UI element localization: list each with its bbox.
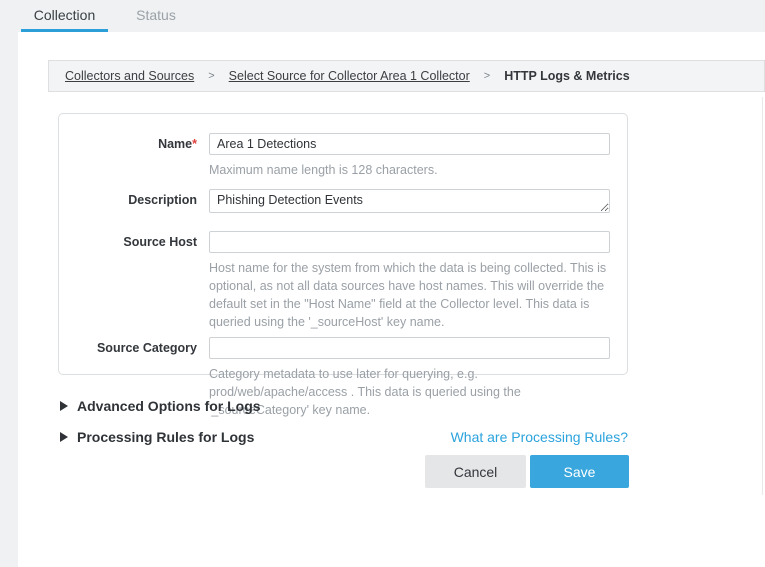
tab-status[interactable]: Status (126, 0, 186, 29)
scrollbar-track[interactable] (762, 97, 763, 495)
name-help-text: Maximum name length is 128 characters. (209, 161, 610, 179)
tab-bar: Collection Status (0, 0, 765, 32)
breadcrumb-select-source[interactable]: Select Source for Collector Area 1 Colle… (229, 69, 470, 83)
description-row: Description Phishing Detection Events (59, 189, 627, 218)
name-field-col: Maximum name length is 128 characters. (209, 133, 610, 179)
collapse-arrow-icon[interactable] (60, 432, 68, 442)
source-category-label: Source Category (59, 337, 209, 355)
description-label: Description (59, 189, 209, 207)
breadcrumb-collectors-and-sources[interactable]: Collectors and Sources (65, 69, 194, 83)
source-config-panel: Name* Maximum name length is 128 charact… (58, 113, 628, 375)
name-input[interactable] (209, 133, 610, 155)
form-actions: Cancel Save (425, 455, 629, 488)
save-button[interactable]: Save (530, 455, 629, 488)
processing-rules-section: Processing Rules for Logs What are Proce… (60, 429, 628, 445)
advanced-options-section[interactable]: Advanced Options for Logs (60, 398, 628, 414)
cancel-button[interactable]: Cancel (425, 455, 526, 488)
content-sheet: Collectors and Sources > Select Source f… (18, 32, 765, 567)
name-row: Name* Maximum name length is 128 charact… (59, 133, 627, 179)
source-host-label: Source Host (59, 231, 209, 249)
collapse-arrow-icon[interactable] (60, 401, 68, 411)
breadcrumb-current-page: HTTP Logs & Metrics (504, 69, 629, 83)
description-field-col: Phishing Detection Events (209, 189, 610, 218)
source-host-input[interactable] (209, 231, 610, 253)
source-host-field-col: Host name for the system from which the … (209, 231, 610, 331)
breadcrumb: Collectors and Sources > Select Source f… (48, 60, 765, 92)
processing-rules-title[interactable]: Processing Rules for Logs (77, 429, 254, 445)
name-label-text: Name (158, 137, 192, 151)
tab-collection[interactable]: Collection (21, 0, 108, 29)
required-asterisk: * (192, 137, 197, 151)
advanced-options-title[interactable]: Advanced Options for Logs (77, 398, 261, 414)
breadcrumb-separator: > (208, 70, 214, 82)
breadcrumb-separator: > (484, 70, 490, 82)
source-host-row: Source Host Host name for the system fro… (59, 231, 627, 331)
description-textarea[interactable]: Phishing Detection Events (209, 189, 610, 213)
page: Collection Status Collectors and Sources… (0, 0, 765, 567)
name-label: Name* (59, 133, 209, 151)
source-host-help-text: Host name for the system from which the … (209, 259, 610, 331)
source-category-input[interactable] (209, 337, 610, 359)
what-are-processing-rules-link[interactable]: What are Processing Rules? (451, 429, 628, 445)
